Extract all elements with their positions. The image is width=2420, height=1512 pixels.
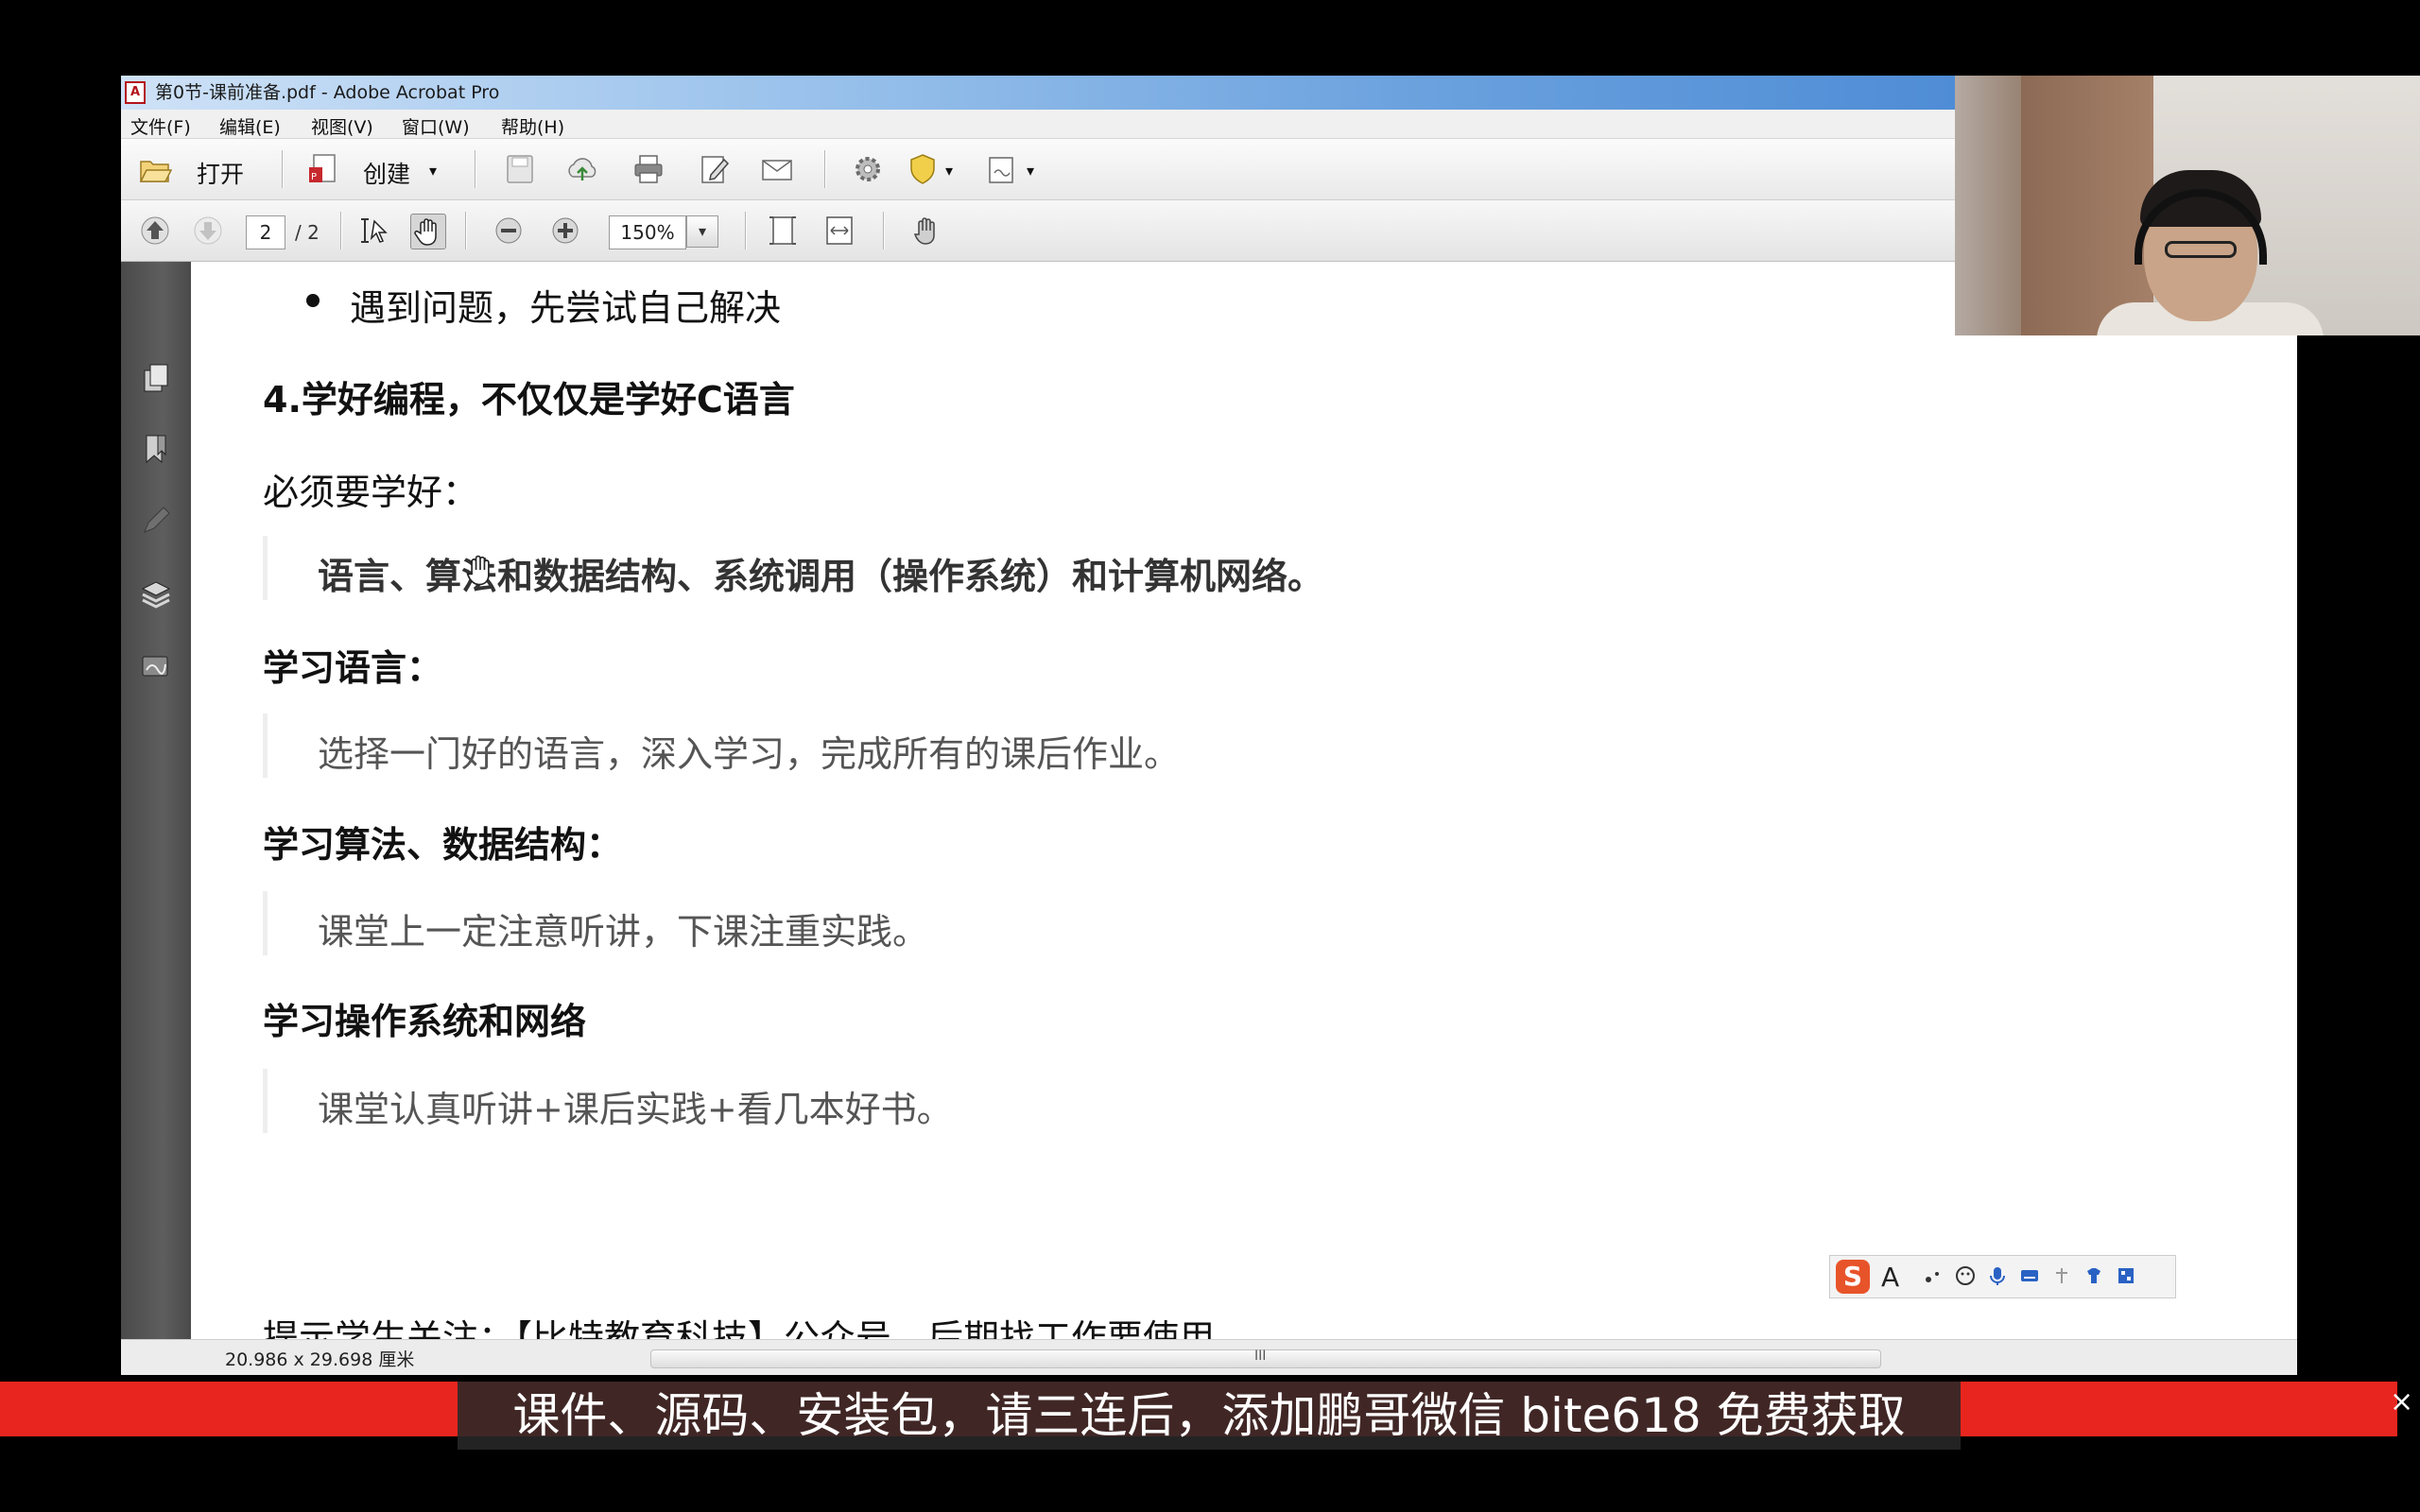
shield-icon — [910, 154, 935, 184]
document-sign-icon — [989, 157, 1013, 183]
bullet-text: 遇到问题，先尝试自己解决 — [350, 287, 782, 329]
read-mode-button[interactable] — [909, 214, 943, 248]
bullet-dot — [306, 294, 320, 307]
cloud-upload-icon — [568, 158, 596, 180]
menu-file[interactable]: 文件(F) — [130, 113, 191, 139]
sogou-logo-icon[interactable]: S — [1836, 1260, 1870, 1294]
page-number-input[interactable]: 2 — [246, 215, 285, 249]
close-icon[interactable]: × — [2390, 1385, 2413, 1418]
zoom-out-button[interactable] — [492, 214, 526, 248]
glasses-icon — [2165, 241, 2237, 258]
attachments-sign-icon[interactable] — [139, 649, 173, 683]
print-button[interactable] — [631, 152, 666, 186]
fit-page-button[interactable] — [766, 214, 800, 248]
create-pdf-icon: P — [309, 154, 336, 182]
hand-icon — [414, 218, 437, 246]
create-label[interactable]: 创建 — [363, 156, 410, 190]
bookmark-icon[interactable] — [139, 432, 173, 466]
video-caption: 课件、源码、安装包，请三连后，添加鹏哥微信 bite618 免费获取 — [458, 1382, 1961, 1450]
navigation-sidebar — [121, 262, 191, 1358]
signature-pen-icon[interactable] — [139, 504, 173, 538]
sign-button[interactable] — [985, 152, 1019, 186]
skin-icon[interactable] — [2083, 1265, 2104, 1286]
punctuation-icon[interactable] — [1923, 1265, 1944, 1286]
open-label[interactable]: 打开 — [197, 156, 244, 190]
previous-page-button[interactable] — [138, 214, 172, 248]
menu-window[interactable]: 窗口(W) — [402, 113, 470, 139]
save-icon — [507, 155, 533, 183]
sign-dropdown-icon[interactable]: ▾ — [1027, 162, 1034, 180]
folder-open-icon — [139, 161, 172, 182]
algorithm-quote-text: 课堂上一定注意听讲，下课注重实践。 — [318, 911, 929, 953]
emoji-icon[interactable] — [1955, 1265, 1976, 1286]
svg-text:P: P — [311, 172, 317, 182]
blockquote-language: 选择一门好的语言，深入学习，完成所有的课后作业。 — [263, 713, 1780, 778]
os-network-quote-text: 课堂认真听讲+课后实践+看几本好书。 — [318, 1089, 953, 1130]
print-icon — [634, 155, 663, 183]
save-button[interactable] — [503, 152, 537, 186]
input-method-bar[interactable]: S A — [1829, 1255, 2176, 1298]
blockquote-algorithm: 课堂上一定注意听讲，下课注重实践。 — [263, 891, 1780, 955]
upload-button[interactable] — [565, 152, 599, 186]
learn-language-heading: 学习语言： — [263, 647, 443, 689]
next-page-button[interactable] — [191, 214, 225, 248]
zoom-level-input[interactable]: 150% — [609, 215, 686, 249]
hand-cursor-icon — [466, 555, 490, 586]
scrollbar-grip: III — [1254, 1349, 1267, 1364]
fit-page-icon — [769, 216, 796, 245]
edit-document-icon — [701, 156, 730, 183]
ime-mode-indicator[interactable]: A — [1881, 1262, 1899, 1293]
create-dropdown-icon[interactable]: ▾ — [429, 162, 437, 180]
minus-circle-icon — [495, 217, 522, 244]
menu-help[interactable]: 帮助(H) — [501, 113, 564, 139]
horizontal-scrollbar[interactable]: III — [650, 1349, 1881, 1368]
microphone-icon[interactable] — [1987, 1265, 2008, 1286]
edit-button[interactable] — [698, 152, 732, 186]
menu-view[interactable]: 视图(V) — [311, 113, 373, 139]
plus-circle-icon — [552, 217, 579, 244]
window-title: 第0节-课前准备.pdf - Adobe Acrobat Pro — [155, 82, 500, 103]
select-tool-button[interactable] — [359, 214, 393, 248]
open-button[interactable] — [138, 152, 172, 186]
document-page: 遇到问题，先尝试自己解决 4.学好编程，不仅仅是学好C语言 必须要学好： 语言、… — [192, 262, 2297, 1358]
toolbox-icon[interactable] — [2116, 1265, 2136, 1286]
page-size-readout: 20.986 x 29.698 厘米 — [225, 1349, 415, 1370]
learn-os-network-heading: 学习操作系统和网络 — [263, 1001, 587, 1042]
envelope-icon — [762, 160, 792, 180]
simplified-chinese-icon[interactable] — [2051, 1265, 2072, 1286]
secure-dropdown-icon[interactable]: ▾ — [945, 162, 953, 180]
learn-algorithm-heading: 学习算法、数据结构： — [263, 824, 623, 866]
blockquote-os-network: 课堂认真听讲+课后实践+看几本好书。 — [263, 1069, 1780, 1133]
must-learn-label: 必须要学好： — [263, 472, 479, 513]
status-bar: 20.986 x 29.698 厘米 III — [121, 1339, 2297, 1375]
create-button[interactable]: P — [306, 152, 340, 186]
page-thumbnails-icon[interactable] — [139, 361, 173, 395]
keyboard-icon[interactable] — [2019, 1265, 2040, 1286]
zoom-dropdown-icon[interactable]: ▾ — [686, 215, 718, 248]
arrow-down-icon — [194, 216, 222, 245]
page-total: / 2 — [295, 221, 320, 244]
webcam-door — [2021, 76, 2153, 335]
text-select-cursor-icon — [361, 218, 388, 243]
settings-button[interactable] — [851, 152, 885, 186]
gear-icon — [856, 157, 880, 181]
acrobat-app-icon: A — [125, 81, 146, 104]
email-button[interactable] — [760, 152, 794, 186]
webcam-overlay — [1955, 76, 2420, 335]
layers-icon[interactable] — [139, 576, 173, 610]
hand-tool-button[interactable] — [410, 214, 446, 249]
zoom-in-button[interactable] — [548, 214, 582, 248]
hand-stop-icon — [913, 217, 935, 245]
fit-width-button[interactable] — [822, 214, 856, 248]
secure-button[interactable] — [906, 152, 940, 186]
fit-width-icon — [826, 216, 853, 245]
menu-edit[interactable]: 编辑(E) — [219, 113, 281, 139]
section-heading-4: 4.学好编程，不仅仅是学好C语言 — [263, 379, 795, 421]
language-quote-text: 选择一门好的语言，深入学习，完成所有的课后作业。 — [318, 733, 1181, 775]
arrow-up-icon — [141, 216, 169, 245]
